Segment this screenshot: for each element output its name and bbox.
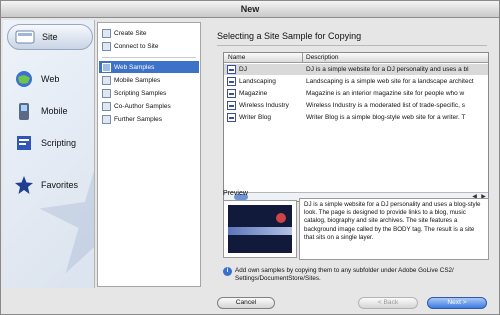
list-item-label: Co-Author Samples [114, 102, 171, 110]
cancel-button[interactable]: Cancel [217, 297, 275, 309]
category-label: Web [41, 74, 60, 84]
favorites-star-icon [13, 174, 35, 196]
preview-thumbnail [223, 200, 297, 258]
scripting-icon [13, 132, 35, 154]
starfish-watermark-icon [39, 170, 94, 274]
sample-table: Name Description DJ DJ is a simple websi… [223, 52, 489, 202]
row-description: DJ is a simple website for a DJ personal… [306, 66, 469, 73]
window-title: New [240, 4, 260, 14]
mobile-phone-icon [13, 100, 35, 122]
list-item-label: Mobile Samples [114, 76, 161, 84]
column-header-description[interactable]: Description [306, 54, 339, 61]
folder-icon [102, 101, 111, 111]
list-item-create-site[interactable]: Create Site [99, 27, 199, 39]
list-item-scripting-samples[interactable]: Scripting Samples [99, 87, 199, 99]
site-file-icon [227, 65, 236, 74]
preview-image-band [228, 227, 292, 235]
category-mobile[interactable]: Mobile [7, 98, 93, 124]
list-divider [102, 57, 196, 58]
list-item-label: Web Samples [114, 63, 155, 71]
list-item-label: Scripting Samples [114, 89, 167, 97]
list-item-mobile-samples[interactable]: Mobile Samples [99, 74, 199, 86]
preview-label: Preview [223, 190, 248, 197]
category-favorites[interactable]: Favorites [7, 172, 93, 198]
site-file-icon [227, 77, 236, 86]
create-site-icon [102, 28, 111, 38]
preview-image [228, 205, 292, 253]
column-divider[interactable] [302, 53, 303, 63]
category-scripting[interactable]: Scripting [7, 130, 93, 156]
category-web[interactable]: Web [7, 66, 93, 92]
web-globe-icon [13, 68, 35, 90]
list-item-label: Further Samples [114, 115, 163, 123]
list-item-further-samples[interactable]: Further Samples [99, 113, 199, 125]
list-item-co-author-samples[interactable]: Co-Author Samples [99, 100, 199, 112]
info-note: i Add own samples by copying them to any… [223, 267, 489, 283]
connect-site-icon [102, 41, 111, 51]
table-row[interactable]: Writer Blog Writer Blog is a simple blog… [224, 112, 488, 123]
category-label: Mobile [41, 106, 68, 116]
title-bar: New [1, 1, 499, 18]
list-item-label: Create Site [114, 29, 147, 37]
site-file-icon [227, 89, 236, 98]
category-label: Site [42, 32, 58, 42]
site-file-icon [227, 101, 236, 110]
list-item-web-samples[interactable]: Web Samples [99, 61, 199, 73]
row-description: Writer Blog is a simple blog-style web s… [306, 114, 466, 121]
new-dialog-window: New Site Web Mobile Scripting Favorites … [0, 0, 500, 315]
sample-source-list: Create Site Connect to Site Web Samples … [97, 22, 201, 287]
row-name: Writer Blog [239, 114, 272, 121]
preview-image-accent [276, 213, 286, 223]
table-row[interactable]: DJ DJ is a simple website for a DJ perso… [224, 64, 488, 75]
heading-divider [217, 45, 487, 46]
back-button[interactable]: < Back [358, 297, 418, 309]
site-file-icon [227, 113, 236, 122]
row-name: Magazine [239, 90, 268, 97]
row-name: Landscaping [239, 78, 276, 85]
row-name: Wireless Industry [239, 102, 289, 109]
folder-icon [102, 75, 111, 85]
column-header-name[interactable]: Name [228, 54, 245, 61]
list-item-label: Connect to Site [114, 42, 159, 50]
category-sidebar: Site Web Mobile Scripting Favorites [3, 20, 95, 288]
table-header: Name Description [224, 53, 488, 63]
row-description: Wireless Industry is a moderated list of… [306, 102, 465, 109]
list-item-connect-to-site[interactable]: Connect to Site [99, 40, 199, 52]
table-row[interactable]: Magazine Magazine is an interior magazin… [224, 88, 488, 99]
sample-panel: Selecting a Site Sample for Copying Name… [203, 22, 497, 287]
row-description: Landscaping is a simple web site for a l… [306, 78, 474, 85]
folder-icon [102, 88, 111, 98]
info-text: Add own samples by copying them to any s… [235, 267, 454, 282]
category-label: Scripting [41, 138, 77, 148]
site-icon [14, 26, 36, 48]
row-name: DJ [239, 66, 247, 73]
row-description: Magazine is an interior magazine site fo… [306, 90, 465, 97]
folder-icon [102, 114, 111, 124]
category-label: Favorites [41, 180, 79, 190]
folder-icon [102, 62, 111, 72]
preview-description: DJ is a simple website for a DJ personal… [299, 198, 489, 260]
panel-heading: Selecting a Site Sample for Copying [217, 31, 362, 41]
info-icon: i [223, 267, 232, 276]
table-row[interactable]: Landscaping Landscaping is a simple web … [224, 76, 488, 87]
table-row[interactable]: Wireless Industry Wireless Industry is a… [224, 100, 488, 111]
category-site[interactable]: Site [7, 24, 93, 50]
next-button[interactable]: Next > [427, 297, 487, 309]
